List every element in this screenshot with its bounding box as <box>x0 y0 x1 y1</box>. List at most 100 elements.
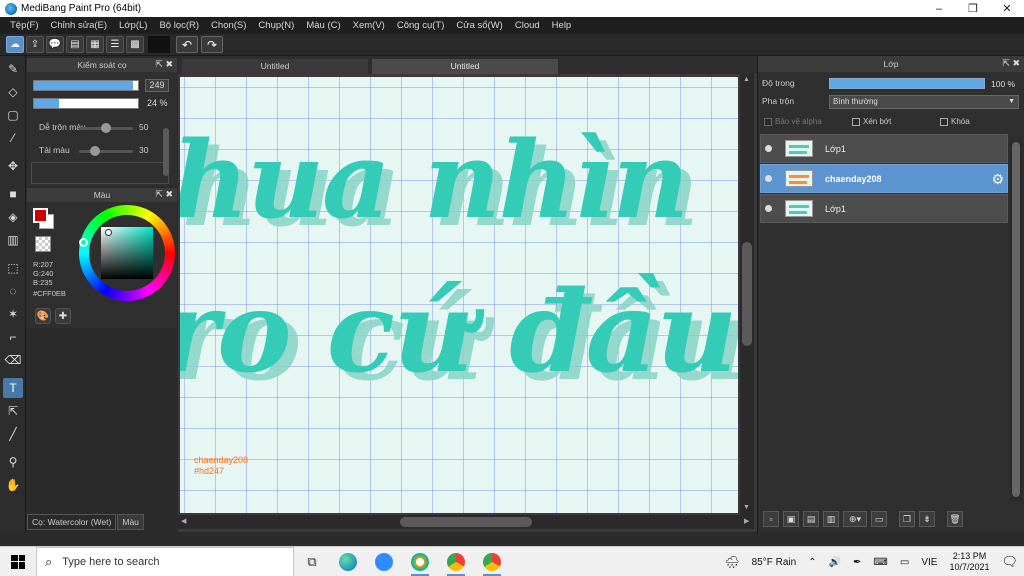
new-8bit-layer-icon[interactable]: ▣ <box>783 511 799 527</box>
select-pen-tool-icon[interactable]: ⌐ <box>3 327 23 347</box>
palette-icon[interactable]: 🎨 <box>35 308 51 324</box>
upload-icon[interactable]: ⇪ <box>26 36 44 53</box>
layer-blend-select[interactable]: Bình thường ▼ <box>829 95 1019 109</box>
menu-select[interactable]: Chọn(S) <box>205 20 252 31</box>
edge-app[interactable] <box>330 547 366 576</box>
blend-knob[interactable] <box>101 123 111 133</box>
menu-file[interactable]: Tệp(F) <box>4 20 45 31</box>
grid-icon[interactable]: ▩ <box>126 36 144 53</box>
chrome-app[interactable] <box>438 547 474 576</box>
panel-pin-close-icon[interactable]: ⇱ ✖ <box>155 189 173 200</box>
undo-button[interactable]: ↶ <box>176 36 198 53</box>
duplicate-layer-icon[interactable]: ❐ <box>899 511 915 527</box>
menu-cloud[interactable]: Cloud <box>509 20 546 31</box>
clock[interactable]: 2:13 PM 10/7/2021 <box>943 551 995 573</box>
menu-edit[interactable]: Chỉnh sửa(E) <box>45 20 114 31</box>
trash-icon[interactable]: 🗑 <box>947 511 963 527</box>
notification-icon[interactable]: 🗨 <box>995 554 1024 570</box>
document-tab-2[interactable]: Untitled <box>372 59 558 74</box>
text-tool-icon[interactable]: T <box>3 378 23 398</box>
add-layer-dropdown-icon[interactable]: ⊕▾ <box>843 511 867 527</box>
layer-list-icon[interactable]: ☰ <box>106 36 124 53</box>
hue-marker[interactable] <box>79 238 88 247</box>
move-tool-icon[interactable]: ✥ <box>3 156 23 176</box>
new-layer-icon[interactable]: ▫ <box>763 511 779 527</box>
new-halftone-layer-icon[interactable]: ▥ <box>823 511 839 527</box>
layer-row[interactable]: Lớp1 <box>760 194 1008 223</box>
select-eraser-tool-icon[interactable]: ⌫ <box>3 350 23 370</box>
layer-row-active[interactable]: chaenday208 ⚙ <box>760 164 1008 193</box>
medibang-app[interactable] <box>402 547 438 576</box>
menu-tools[interactable]: Công cụ(T) <box>391 20 451 31</box>
protect-alpha-checkbox[interactable]: Bảo vệ alpha <box>764 117 822 126</box>
menu-layer[interactable]: Lớp(L) <box>113 20 153 31</box>
dot-brush-tool-icon[interactable]: ⁄ <box>3 128 23 148</box>
brush-size-value[interactable]: 249 <box>145 79 169 92</box>
lock-checkbox[interactable]: Khóa <box>940 117 970 126</box>
pen-icon[interactable]: ✒ <box>847 557 867 568</box>
language-indicator[interactable]: VIE <box>915 557 943 568</box>
fill-rect-tool-icon[interactable]: ■ <box>3 184 23 204</box>
menu-window[interactable]: Cửa sổ(W) <box>450 20 508 31</box>
menu-filter[interactable]: Bộ lọc(R) <box>153 20 205 31</box>
brush-opacity-bar[interactable] <box>33 98 139 109</box>
volume-icon[interactable]: 🔊 <box>823 557 847 568</box>
menu-color[interactable]: Màu (C) <box>300 20 346 31</box>
menu-snap[interactable]: Chụp(N) <box>252 20 300 31</box>
panel-pin-close-icon[interactable]: ⇱ ✖ <box>1002 58 1020 69</box>
transparent-color-swatch[interactable] <box>35 236 51 252</box>
layer-list-scrollbar[interactable] <box>1010 140 1022 500</box>
horizontal-scroll-thumb[interactable] <box>400 517 532 527</box>
layer-scroll-thumb[interactable] <box>1012 142 1020 497</box>
chrome-app-2[interactable] <box>474 547 510 576</box>
zoom-app[interactable] <box>366 547 402 576</box>
task-view-button[interactable]: ⧉ <box>294 547 330 576</box>
canvas-horizontal-scrollbar[interactable]: ◀ ▶ <box>178 515 754 529</box>
tab-brush[interactable]: Cọ: Watercolor (Wet) <box>27 514 117 530</box>
vertical-scroll-thumb[interactable] <box>742 242 752 346</box>
drawing-canvas[interactable]: hua nhìn hua nhìn ro cứ đầu ro cứ đầu ch… <box>180 77 738 513</box>
select-rect-tool-icon[interactable]: ⬚ <box>3 258 23 278</box>
eyedropper-tool-icon[interactable]: ⚲ <box>3 452 23 472</box>
sv-marker[interactable] <box>105 229 112 236</box>
weather-text[interactable]: 85°F Rain <box>746 557 803 568</box>
maximize-button[interactable]: ❐ <box>956 0 990 17</box>
visibility-eye-icon[interactable] <box>765 145 772 152</box>
bucket-tool-icon[interactable]: ◈ <box>3 207 23 227</box>
brush-tool-icon[interactable]: ✎ <box>3 59 23 79</box>
brush-panel-scrollbar[interactable] <box>163 128 169 176</box>
foreground-color-swatch[interactable] <box>33 208 48 223</box>
document-icon[interactable]: ▦ <box>86 36 104 53</box>
new-1bit-layer-icon[interactable]: ▤ <box>803 511 819 527</box>
panel-pin-close-icon[interactable]: ⇱ ✖ <box>155 59 173 70</box>
visibility-eye-icon[interactable] <box>765 175 772 182</box>
operation-tool-icon[interactable]: ⇱ <box>3 401 23 421</box>
menu-view[interactable]: Xem(V) <box>347 20 391 31</box>
comment-icon[interactable]: 💬 <box>46 36 64 53</box>
magic-wand-tool-icon[interactable]: ✶ <box>3 304 23 324</box>
brush-size-bar[interactable] <box>33 80 139 91</box>
lasso-tool-icon[interactable]: ◌ <box>3 281 23 301</box>
scroll-left-icon[interactable]: ◀ <box>181 517 186 525</box>
minimize-button[interactable]: – <box>922 0 956 17</box>
gear-icon[interactable]: ⚙ <box>991 171 1004 188</box>
keyboard-icon[interactable]: ⌨ <box>867 557 893 568</box>
clipping-checkbox[interactable]: Xén bớt <box>852 117 891 126</box>
redo-button[interactable]: ↷ <box>201 36 223 53</box>
visibility-eye-icon[interactable] <box>765 205 772 212</box>
menu-help[interactable]: Help <box>546 20 578 31</box>
document-tab-1[interactable]: Untitled <box>182 59 368 74</box>
scroll-up-icon[interactable]: ▲ <box>743 76 750 83</box>
chat-icon[interactable]: ▤ <box>66 36 84 53</box>
merge-layer-icon[interactable]: ⇟ <box>919 511 935 527</box>
paint-load-track[interactable] <box>79 150 133 153</box>
display-icon[interactable]: ▭ <box>894 557 915 568</box>
hand-tool-icon[interactable]: ✋ <box>3 475 23 495</box>
cloud-icon[interactable]: ☁ <box>6 36 24 53</box>
hue-wheel[interactable] <box>79 205 175 301</box>
chevron-up-icon[interactable]: ⌃ <box>802 557 822 568</box>
tab-color[interactable]: Màu <box>117 514 144 530</box>
paint-load-knob[interactable] <box>90 146 101 156</box>
taskbar-search-box[interactable]: ⌕ Type here to search <box>36 546 294 576</box>
palette-add-icon[interactable]: ✚ <box>55 308 71 324</box>
